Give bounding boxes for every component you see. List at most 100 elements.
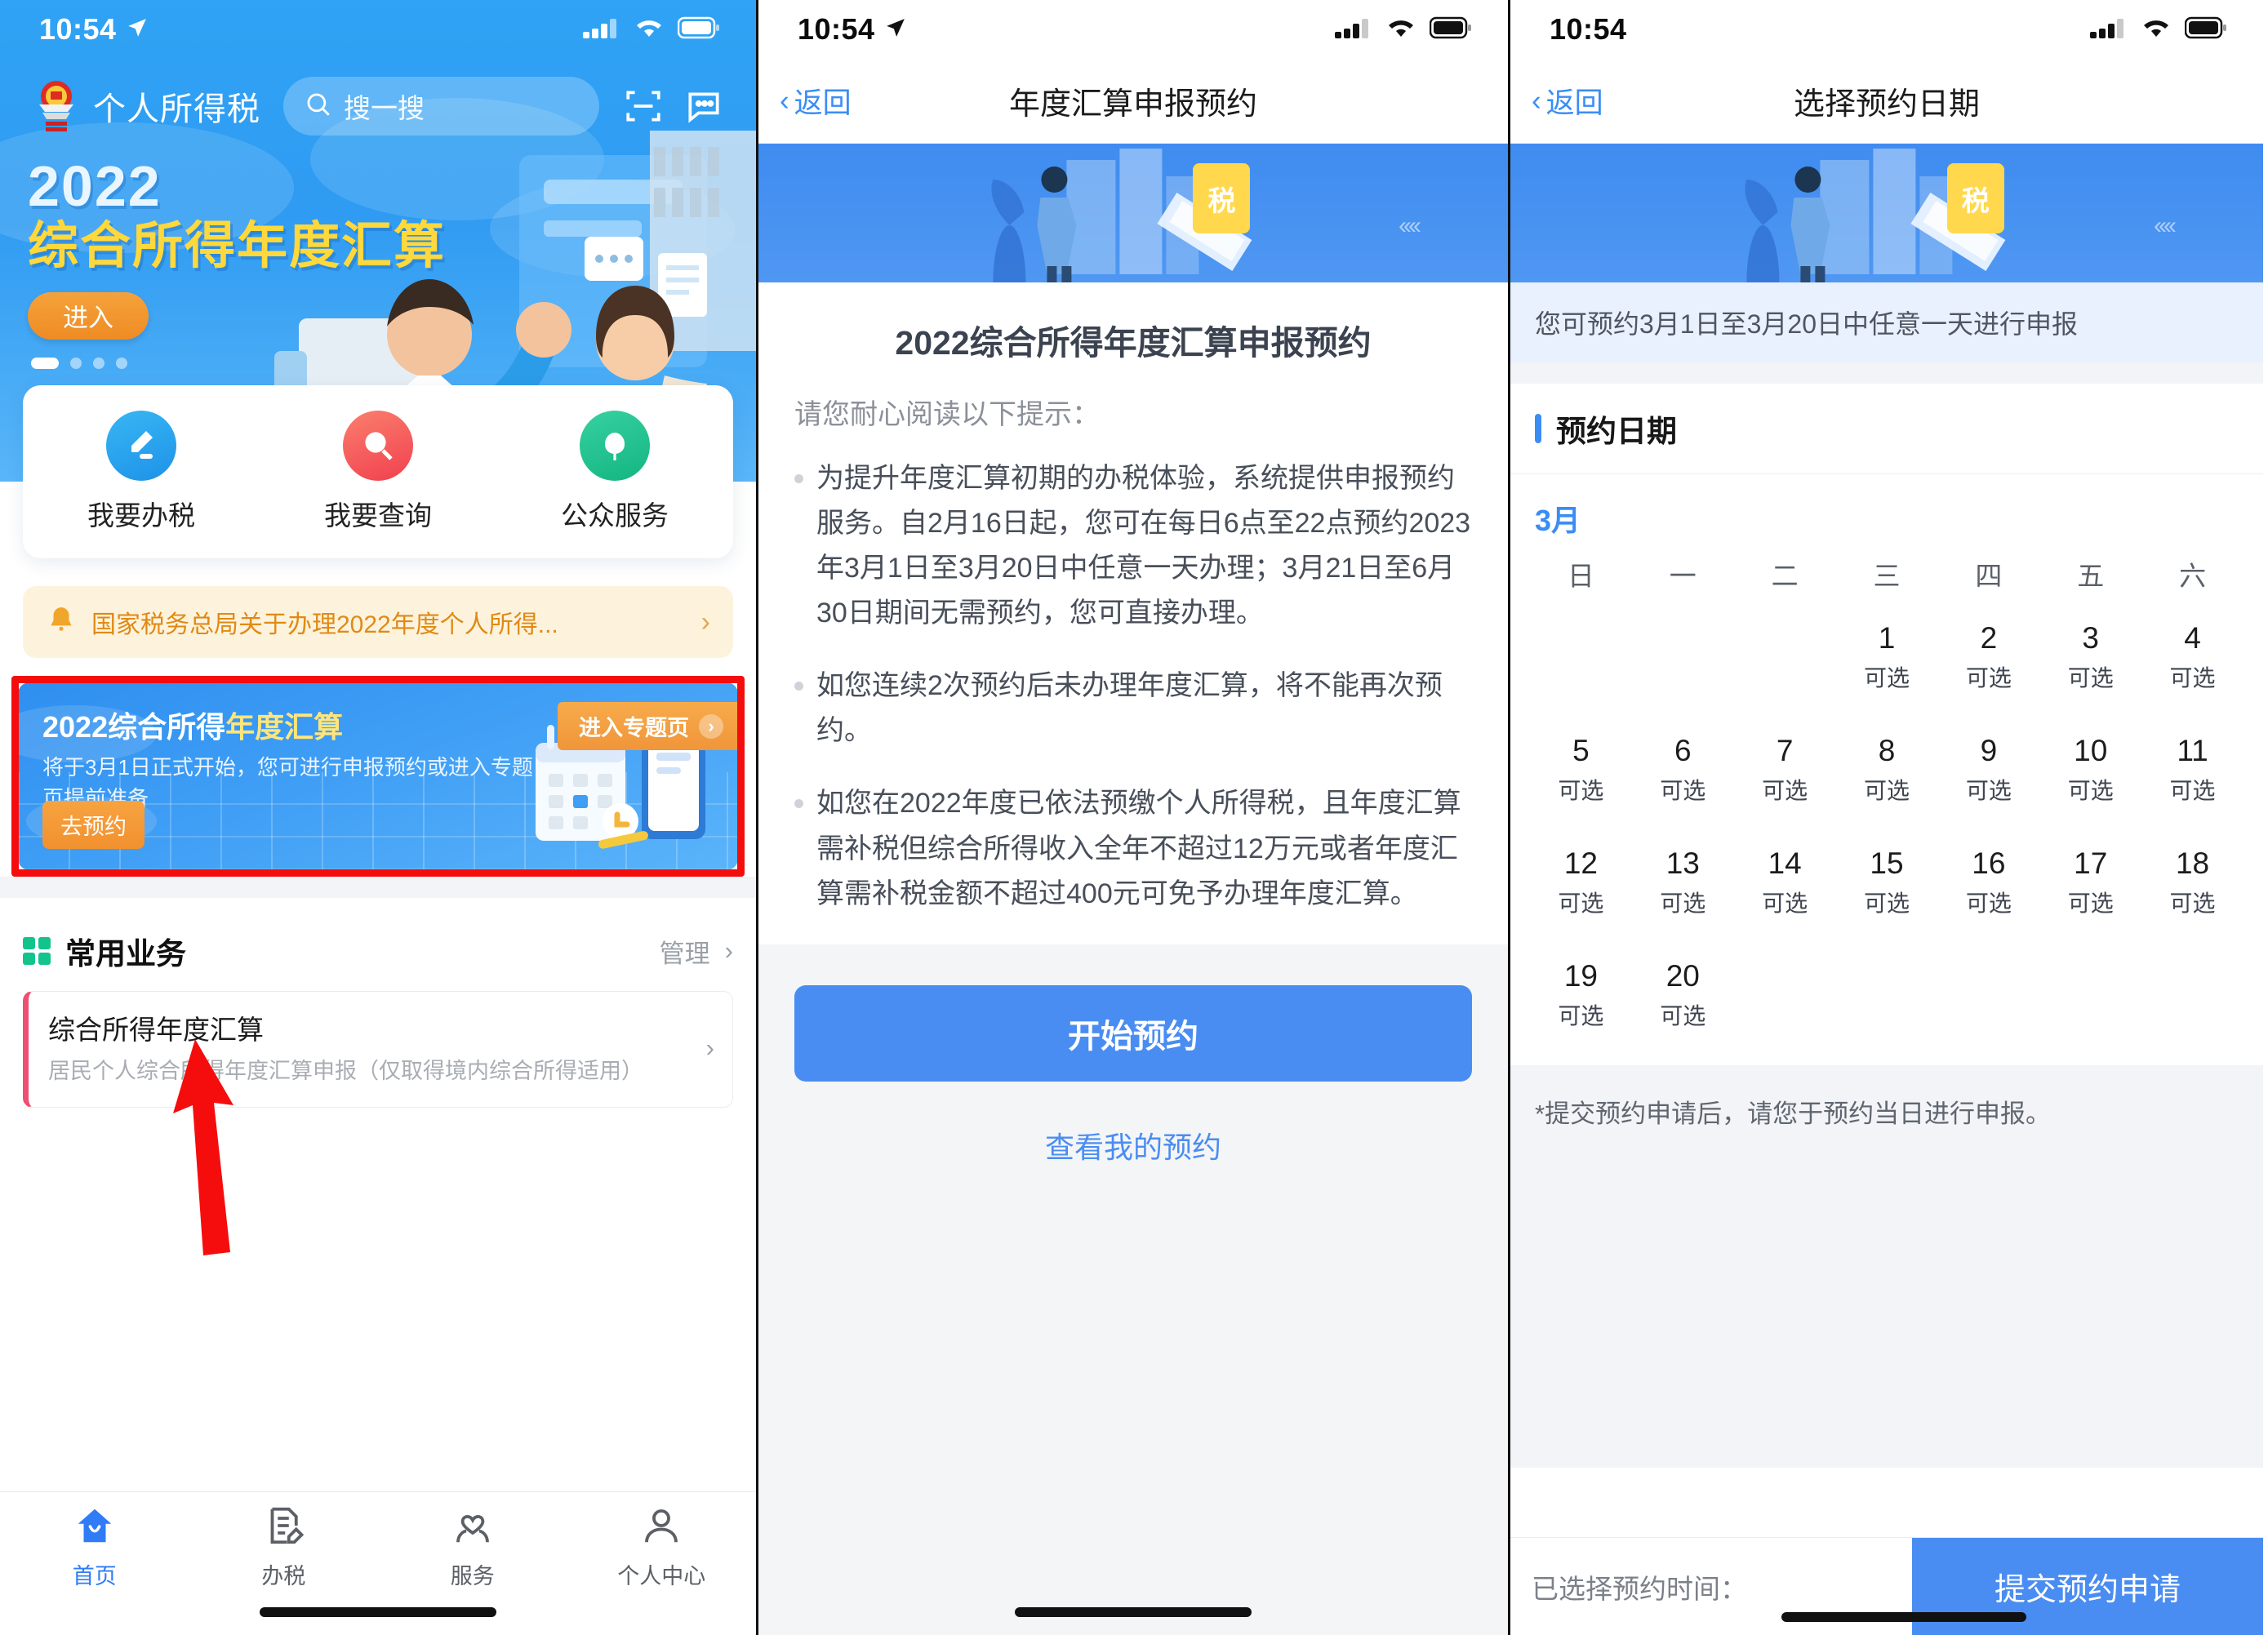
app-brand-name: 个人所得税 — [93, 91, 260, 127]
business-card-annual-settlement[interactable]: 综合所得年度汇算 居民个人综合所得年度汇算申报（仅取得境内综合所得适用） › — [23, 991, 733, 1109]
appointment-date-section-header: 预约日期 — [1510, 384, 2263, 473]
search-placeholder: 搜一搜 — [344, 93, 425, 123]
calendar-day-cell[interactable]: 8 可选 — [1836, 721, 1938, 819]
calendar-day-number: 9 — [1980, 734, 1998, 767]
phone-screen-appointment: 10:54 ‹ 返回 年度汇算申报预约 税 ‹‹‹‹ 2022综合所得年度汇算申… — [756, 0, 1510, 1635]
weekday-label: 六 — [2179, 561, 2207, 591]
calendar-day-number: 4 — [2184, 621, 2201, 655]
calendar-day-cell[interactable]: 17 可选 — [2039, 833, 2141, 931]
calendar-day-status: 可选 — [1965, 778, 2012, 803]
chevrons-decor: ‹‹‹‹ — [1399, 212, 1421, 239]
tax-emblem-icon — [31, 77, 82, 136]
wifi-icon — [1385, 16, 1416, 44]
search-input[interactable]: 搜一搜 — [283, 77, 599, 136]
calendar-day-cell[interactable]: 12 可选 — [1530, 833, 1632, 931]
calendar-day-cell[interactable]: 11 可选 — [2141, 721, 2244, 819]
calendar-day-cell[interactable]: 15 可选 — [1836, 833, 1938, 931]
calendar-day-status: 可选 — [1863, 665, 1910, 691]
appointment-intro: 2022综合所得年度汇算申报预约 请您耐心阅读以下提示： 为提升年度汇算初期的办… — [758, 282, 1508, 917]
calendar-day-cell[interactable]: 4 可选 — [2141, 608, 2244, 706]
calendar-day-cell[interactable]: 7 可选 — [1734, 721, 1836, 819]
calendar-day-status: 可选 — [2067, 665, 2114, 691]
calendar-day-cell[interactable]: 13 可选 — [1632, 833, 1734, 931]
carousel-dots[interactable] — [0, 340, 756, 369]
calendar-day-number: 8 — [1878, 734, 1896, 767]
calendar-day-cell[interactable]: 14 可选 — [1734, 833, 1836, 931]
calendar-day-number: 5 — [1572, 734, 1590, 767]
quick-action-label: 公众服务 — [561, 500, 669, 531]
start-appointment-button[interactable]: 开始预约 — [794, 984, 1472, 1082]
status-bar-time: 10:54 — [798, 12, 875, 46]
wifi-icon — [2141, 16, 2172, 44]
notice-text: 国家税务总局关于办理2022年度个人所得... — [91, 611, 558, 638]
back-button[interactable]: ‹ 返回 — [1532, 80, 1603, 122]
calendar-day-cell[interactable]: 6 可选 — [1632, 721, 1734, 819]
tab-service[interactable]: 服务 — [378, 1504, 567, 1590]
calendar-day-number: 13 — [1665, 846, 1700, 880]
weekday-label: 三 — [1873, 561, 1901, 591]
calendar-day-status: 可选 — [2067, 891, 2114, 916]
calendar-day-status: 可选 — [1558, 778, 1604, 803]
calendar-day-cell[interactable]: 1 可选 — [1836, 608, 1938, 706]
message-bubble-icon[interactable] — [679, 82, 728, 131]
calendar-month-label: 3月 — [1535, 504, 1581, 537]
view-my-appointment-link[interactable]: 查看我的预约 — [794, 1124, 1472, 1166]
manage-link[interactable]: 管理 — [660, 933, 710, 970]
promo-banner[interactable]: 2022综合所得年度汇算 将于3月1日正式开始，您可进行申报预约或进入专题页提前… — [18, 682, 738, 870]
person-icon — [639, 1504, 683, 1552]
calendar-day-cell[interactable]: 9 可选 — [1937, 721, 2039, 819]
promo-cta-button[interactable]: 进入专题页 › — [558, 702, 738, 750]
calendar-day-status: 可选 — [2169, 778, 2216, 803]
cellular-signal-icon — [583, 16, 620, 44]
cellular-signal-icon — [2090, 16, 2128, 44]
tax-badge: 税 — [1946, 163, 2004, 233]
wifi-icon — [634, 16, 665, 44]
bullet-text: 如您连续2次预约后未办理年度汇算，将不能再次预约。 — [816, 670, 1443, 747]
back-button[interactable]: ‹ 返回 — [780, 80, 852, 122]
calendar-day-cell[interactable]: 19 可选 — [1530, 946, 1632, 1044]
cellular-signal-icon — [1335, 16, 1372, 44]
home-indicator — [1781, 1612, 2026, 1622]
tab-label: 个人中心 — [617, 1564, 706, 1588]
calendar-day-cell[interactable]: 10 可选 — [2039, 721, 2141, 819]
calendar-day-cell[interactable]: 2 可选 — [1937, 608, 2039, 706]
quick-action-item[interactable]: 公众服务 — [496, 411, 733, 533]
hero-year: 2022 — [28, 154, 162, 218]
tab-label: 服务 — [450, 1564, 495, 1588]
calendar-day-cell[interactable]: 5 可选 — [1530, 721, 1632, 819]
hero-subtitle: 综合所得年度汇算 — [28, 217, 447, 274]
chevrons-decor: ‹‹‹‹ — [2154, 212, 2177, 239]
scan-qr-icon[interactable] — [619, 82, 668, 131]
grid-dots-icon — [23, 937, 51, 965]
go-appointment-button[interactable]: 去预约 — [42, 801, 145, 849]
tab-profile[interactable]: 个人中心 — [567, 1504, 757, 1590]
list-item: 如您连续2次预约后未办理年度汇算，将不能再次预约。 — [794, 664, 1472, 753]
calendar-day-number: 6 — [1674, 734, 1692, 767]
quick-action-item[interactable]: 我要查询 — [260, 411, 496, 533]
calendar-footnote: *提交预约申请后，请您于预约当日进行申报。 — [1510, 1065, 2263, 1157]
tab-tax[interactable]: 办税 — [189, 1504, 379, 1590]
tab-home[interactable]: 首页 — [0, 1504, 189, 1590]
calendar-day-status: 可选 — [1863, 778, 1910, 803]
calendar-day-number: 1 — [1878, 621, 1896, 655]
calendar-day-number: 2 — [1980, 621, 1998, 655]
calendar-day-grid[interactable]: 1 可选 2 可选 3 可选 4 可选 5 可选 6 可选 7 可选 8 可选 9 可选 10 可选 11 可选 12 可选 1… — [1530, 608, 2244, 1065]
calendar-day-number: 11 — [2177, 734, 2208, 767]
calendar-day-cell[interactable]: 16 可选 — [1937, 833, 2039, 931]
calendar-day-status: 可选 — [1762, 778, 1808, 803]
calendar-day-number: 10 — [2074, 734, 2108, 767]
calendar-day-status: 可选 — [1965, 891, 2012, 916]
status-bar: 10:54 — [758, 0, 1508, 59]
calendar-day-cell[interactable]: 3 可选 — [2039, 608, 2141, 706]
banner-illustration — [1745, 149, 2006, 282]
enter-button[interactable]: 进入 — [28, 291, 149, 340]
notice-banner[interactable]: 国家税务总局关于办理2022年度个人所得... › — [23, 586, 733, 658]
calendar-day-number: 16 — [1972, 846, 2006, 880]
quick-action-item[interactable]: 我要办税 — [23, 411, 260, 533]
calendar-day-cell[interactable]: 18 可选 — [2141, 833, 2244, 931]
calendar-day-status: 可选 — [1660, 1003, 1706, 1029]
date-picker-banner: 税 ‹‹‹‹ — [1510, 144, 2263, 282]
list-item: 为提升年度汇算初期的办税体验，系统提供申报预约服务。自2月16日起，您可在每日6… — [794, 456, 1472, 636]
calendar-day-cell[interactable]: 20 可选 — [1632, 946, 1734, 1044]
tab-label: 办税 — [261, 1564, 306, 1588]
